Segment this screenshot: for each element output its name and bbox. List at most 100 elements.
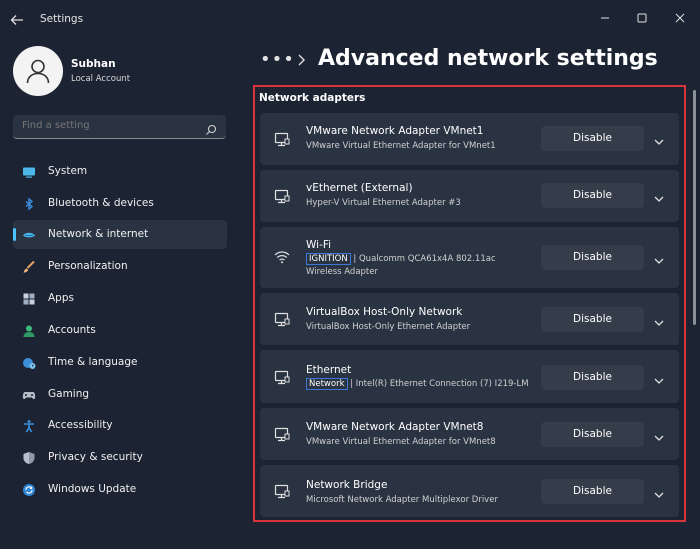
avatar — [13, 46, 63, 96]
adapter-card-virtualbox[interactable]: VirtualBox Host-Only Network VirtualBox … — [260, 293, 679, 345]
profile-name: Subhan — [71, 58, 116, 70]
sidebar-item-label: Windows Update — [48, 483, 137, 495]
scrollbar[interactable] — [693, 90, 696, 325]
adapter-name: VMware Network Adapter VMnet8 — [306, 421, 484, 433]
maximize-icon — [637, 13, 647, 23]
sidebar-item-label: Bluetooth & devices — [48, 197, 154, 209]
sidebar-item-gaming[interactable]: Gaming — [13, 380, 227, 409]
sidebar-item-label: Privacy & security — [48, 451, 143, 463]
adapter-description-continued: Wireless Adapter — [306, 267, 378, 277]
adapter-name: Wi-Fi — [306, 239, 332, 251]
adapter-description-line: IGNITION | Qualcomm QCA61x4A 802.11ac — [306, 253, 496, 265]
sidebar-item-time-language[interactable]: Time & language — [13, 348, 227, 377]
sidebar-item-bluetooth[interactable]: Bluetooth & devices — [13, 189, 227, 218]
adapter-card-wifi[interactable]: Wi-Fi IGNITION | Qualcomm QCA61x4A 802.1… — [260, 227, 679, 288]
sidebar-item-label: Time & language — [48, 356, 138, 368]
sidebar-item-label: Gaming — [48, 388, 90, 400]
title-bar: Settings — [0, 0, 700, 40]
adapter-description-line: Network | Intel(R) Ethernet Connection (… — [306, 378, 529, 390]
disable-button[interactable]: Disable — [541, 365, 644, 390]
adapter-card-vmnet8[interactable]: VMware Network Adapter VMnet8 VMware Vir… — [260, 408, 679, 460]
update-icon — [22, 482, 36, 496]
profile-account-type: Local Account — [71, 74, 131, 84]
accessibility-icon — [22, 418, 36, 433]
chevron-down-icon[interactable] — [653, 429, 665, 441]
ethernet-icon — [274, 311, 290, 327]
back-arrow-icon — [10, 15, 23, 25]
adapter-description: VMware Virtual Ethernet Adapter for VMne… — [306, 141, 496, 151]
adapter-name: Ethernet — [306, 364, 352, 376]
close-icon — [675, 13, 685, 23]
adapter-card-vmnet1[interactable]: VMware Network Adapter VMnet1 VMware Vir… — [260, 113, 679, 165]
minimize-button[interactable] — [600, 8, 618, 22]
adapter-name: VMware Network Adapter VMnet1 — [306, 125, 484, 137]
person-avatar-icon — [26, 59, 50, 84]
bluetooth-icon — [22, 196, 36, 211]
minimize-icon — [601, 17, 609, 19]
sidebar-item-apps[interactable]: Apps — [13, 284, 227, 313]
sidebar-item-windows-update[interactable]: Windows Update — [13, 475, 227, 504]
disable-button[interactable]: Disable — [541, 126, 644, 151]
adapter-description: | Qualcomm QCA61x4A 802.11ac — [353, 254, 496, 264]
network-icon — [22, 227, 36, 241]
sidebar-item-label: Personalization — [48, 260, 128, 272]
maximize-button[interactable] — [637, 8, 655, 23]
wifi-icon — [274, 249, 290, 265]
ethernet-icon — [274, 426, 290, 442]
sidebar-item-system[interactable]: System — [13, 157, 227, 186]
disable-button[interactable]: Disable — [541, 479, 644, 504]
adapter-description: | Intel(R) Ethernet Connection (7) I219-… — [350, 379, 529, 389]
disable-button[interactable]: Disable — [541, 422, 644, 447]
sidebar-item-label: Apps — [48, 292, 74, 304]
adapter-card-network-bridge[interactable]: Network Bridge Microsoft Network Adapter… — [260, 465, 679, 517]
ethernet-icon — [274, 188, 290, 204]
network-name-tag: IGNITION — [306, 253, 351, 265]
sidebar-item-accessibility[interactable]: Accessibility — [13, 411, 227, 440]
shield-icon — [22, 450, 36, 464]
ethernet-icon — [274, 483, 290, 499]
disable-button[interactable]: Disable — [541, 307, 644, 332]
globe-clock-icon — [22, 355, 36, 369]
apps-icon — [22, 291, 36, 305]
sidebar-item-network[interactable]: Network & internet — [13, 220, 227, 249]
sidebar-item-personalization[interactable]: Personalization — [13, 252, 227, 281]
chevron-right-icon — [296, 52, 306, 68]
ethernet-icon — [274, 369, 290, 385]
adapter-description: VMware Virtual Ethernet Adapter for VMne… — [306, 437, 496, 447]
breadcrumb-more-button[interactable]: ••• — [260, 49, 295, 70]
sidebar-item-privacy-security[interactable]: Privacy & security — [13, 443, 227, 472]
adapter-card-vethernet[interactable]: vEthernet (External) Hyper-V Virtual Eth… — [260, 170, 679, 222]
search-input[interactable] — [22, 120, 192, 131]
adapter-card-ethernet[interactable]: Ethernet Network | Intel(R) Ethernet Con… — [260, 350, 679, 403]
chevron-down-icon[interactable] — [653, 486, 665, 498]
chevron-down-icon[interactable] — [653, 133, 665, 145]
sidebar-item-accounts[interactable]: Accounts — [13, 316, 227, 345]
brush-icon — [22, 259, 36, 273]
back-button[interactable] — [10, 12, 28, 28]
section-title: Network adapters — [259, 92, 366, 104]
gamepad-icon — [22, 387, 36, 401]
ethernet-icon — [274, 131, 290, 147]
adapter-description: Hyper-V Virtual Ethernet Adapter #3 — [306, 198, 461, 208]
monitor-icon — [22, 164, 36, 178]
app-title: Settings — [40, 13, 84, 25]
chevron-down-icon[interactable] — [653, 314, 665, 326]
chevron-down-icon[interactable] — [653, 252, 665, 264]
search-box[interactable] — [13, 115, 226, 139]
close-button[interactable] — [675, 8, 693, 23]
search-icon[interactable] — [205, 121, 217, 135]
sidebar-item-label: Network & internet — [48, 228, 149, 240]
chevron-down-icon[interactable] — [653, 190, 665, 202]
chevron-down-icon[interactable] — [653, 372, 665, 384]
sidebar-item-label: Accessibility — [48, 419, 113, 431]
page-title: Advanced network settings — [318, 46, 658, 71]
person-icon — [22, 323, 36, 337]
disable-button[interactable]: Disable — [541, 183, 644, 208]
sidebar-item-label: Accounts — [48, 324, 96, 336]
adapter-description: Microsoft Network Adapter Multiplexor Dr… — [306, 495, 498, 505]
adapter-description: VirtualBox Host-Only Ethernet Adapter — [306, 322, 471, 332]
adapter-name: Network Bridge — [306, 479, 388, 491]
disable-button[interactable]: Disable — [541, 245, 644, 270]
adapter-name: vEthernet (External) — [306, 182, 413, 194]
network-name-tag: Network — [306, 378, 348, 390]
